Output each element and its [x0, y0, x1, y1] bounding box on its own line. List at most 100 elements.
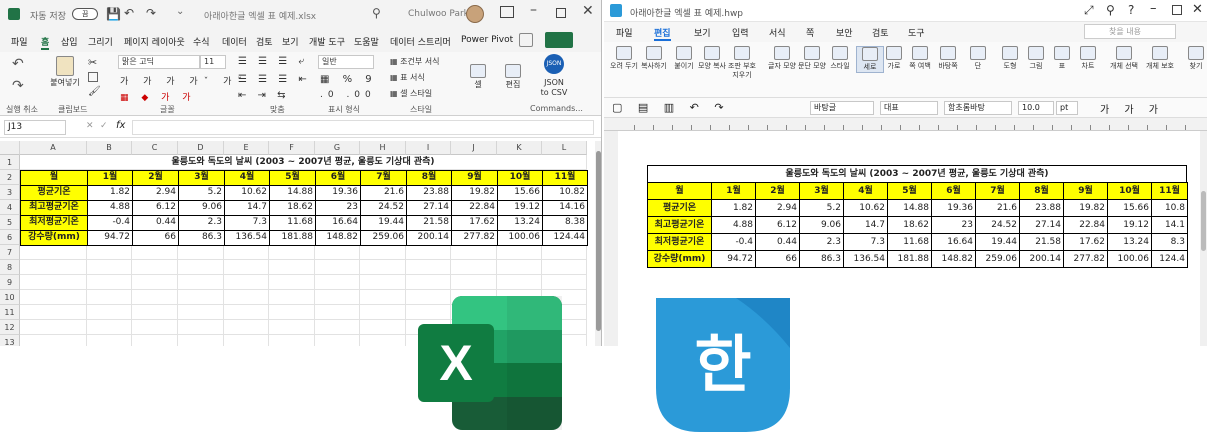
- hwp-data-cell[interactable]: 200.14: [1019, 250, 1064, 268]
- grid-cell[interactable]: [178, 320, 224, 335]
- data-cell[interactable]: 19.36: [315, 185, 361, 201]
- menu-power-pivot[interactable]: Power Pivot: [461, 35, 513, 45]
- grid-cell[interactable]: [87, 260, 132, 275]
- grid-cell[interactable]: [315, 290, 360, 305]
- grid-cell[interactable]: [178, 290, 224, 305]
- number-format-select[interactable]: 일반: [318, 55, 374, 69]
- row-header-10[interactable]: 10: [0, 290, 20, 305]
- paste-button[interactable]: 붙여넣기: [48, 56, 82, 88]
- hwp-minimize-icon[interactable]: –: [1150, 1, 1157, 16]
- menu-data[interactable]: 데이터: [222, 35, 247, 48]
- cut-icon[interactable]: ✂: [88, 56, 97, 69]
- hwp-menu-review[interactable]: 검토: [872, 26, 889, 39]
- data-cell[interactable]: 4.88: [87, 200, 133, 216]
- data-cell[interactable]: 27.14: [406, 200, 452, 216]
- menu-help[interactable]: 도움말: [354, 35, 379, 48]
- decimal-buttons[interactable]: .0 .00: [320, 90, 376, 100]
- grid-cell[interactable]: [20, 305, 87, 320]
- hwp-ribbon-button[interactable]: 찾기: [1182, 46, 1207, 71]
- grid-cell[interactable]: [497, 260, 542, 275]
- hwp-search-input[interactable]: 찾을 내용: [1084, 24, 1176, 39]
- fx-icon[interactable]: fx: [116, 120, 125, 131]
- scrollbar-thumb[interactable]: [596, 151, 601, 331]
- data-cell[interactable]: 21.6: [360, 185, 407, 201]
- menu-view[interactable]: 보기: [282, 35, 299, 48]
- column-header-a[interactable]: A: [20, 141, 87, 155]
- grid-cell[interactable]: [87, 335, 132, 346]
- data-cell[interactable]: 259.06: [360, 230, 407, 246]
- hwp-ribbon-button[interactable]: 단: [964, 46, 992, 71]
- grid-cell[interactable]: [497, 245, 542, 260]
- column-header-f[interactable]: F: [269, 141, 315, 155]
- hwp-data-cell[interactable]: 259.06: [975, 250, 1020, 268]
- conditional-format-button[interactable]: ▦ 조건부 서식: [390, 56, 439, 67]
- hwp-data-cell[interactable]: 2.94: [755, 199, 800, 217]
- hwp-maximize-icon[interactable]: [1172, 5, 1182, 15]
- grid-cell[interactable]: [360, 320, 406, 335]
- data-cell[interactable]: 14.16: [542, 200, 588, 216]
- hwp-ribbon-button[interactable]: 오려 두기: [610, 46, 638, 71]
- hwp-data-cell[interactable]: 148.82: [931, 250, 976, 268]
- formula-input[interactable]: [132, 120, 594, 135]
- data-cell[interactable]: 66: [132, 230, 179, 246]
- hwp-header-cell[interactable]: 2월: [755, 182, 800, 200]
- hwp-header-cell[interactable]: 6월: [931, 182, 976, 200]
- grid-cell[interactable]: [360, 260, 406, 275]
- grid-cell[interactable]: [87, 290, 132, 305]
- grid-cell[interactable]: [360, 275, 406, 290]
- data-cell[interactable]: 22.84: [451, 200, 498, 216]
- hwp-size-select[interactable]: 10.0: [1018, 101, 1054, 115]
- grid-cell[interactable]: [360, 290, 406, 305]
- grid-cell[interactable]: [542, 260, 587, 275]
- row-label-cell[interactable]: 평균기온: [20, 185, 88, 201]
- hwp-data-cell[interactable]: 18.62: [887, 216, 932, 234]
- grid-cell[interactable]: [406, 260, 451, 275]
- hwp-font-select[interactable]: 함초롬바탕: [944, 101, 1012, 115]
- grid-cell[interactable]: [224, 275, 269, 290]
- grid-cell[interactable]: [315, 305, 360, 320]
- data-cell[interactable]: -0.4: [87, 215, 133, 231]
- row-header-4[interactable]: 4: [0, 200, 20, 215]
- ribbon-display-icon[interactable]: [500, 6, 514, 18]
- grid-cell[interactable]: [269, 275, 315, 290]
- grid-cell[interactable]: [406, 245, 451, 260]
- grid-cell[interactable]: [87, 245, 132, 260]
- row-header-2[interactable]: 2: [0, 170, 20, 185]
- grid-cell[interactable]: [315, 335, 360, 346]
- file-quick-buttons[interactable]: ▢ ▤ ▥ ↶ ↷: [612, 101, 730, 114]
- menu-formulas[interactable]: 수식: [193, 35, 210, 48]
- grid-cell[interactable]: [178, 335, 224, 346]
- data-cell[interactable]: 13.24: [497, 215, 543, 231]
- hwp-header-cell[interactable]: 월: [647, 182, 712, 200]
- data-cell[interactable]: 124.44: [542, 230, 588, 246]
- hwp-data-cell[interactable]: 23: [931, 216, 976, 234]
- grid-cell[interactable]: [315, 260, 360, 275]
- grid-cell[interactable]: [269, 290, 315, 305]
- hwp-ribbon-button[interactable]: 가로: [880, 46, 908, 71]
- column-header-l[interactable]: L: [542, 141, 587, 155]
- hwp-data-cell[interactable]: 2.3: [799, 233, 844, 251]
- data-cell[interactable]: 7.3: [224, 215, 270, 231]
- hwp-data-cell[interactable]: 16.64: [931, 233, 976, 251]
- hwp-header-cell[interactable]: 10월: [1107, 182, 1152, 200]
- menu-developer[interactable]: 개발 도구: [309, 35, 345, 48]
- hwp-data-cell[interactable]: 21.58: [1019, 233, 1064, 251]
- menu-insert[interactable]: 삽입: [61, 35, 78, 48]
- grid-cell[interactable]: [269, 305, 315, 320]
- hwp-data-cell[interactable]: 8.3: [1151, 233, 1188, 251]
- hwp-menu-file[interactable]: 파일: [616, 26, 633, 39]
- grid-cell[interactable]: [132, 260, 178, 275]
- edit-button[interactable]: 편집: [500, 64, 526, 90]
- grid-cell[interactable]: [406, 275, 451, 290]
- cancel-entry-icon[interactable]: ✕: [86, 121, 94, 131]
- data-cell[interactable]: 100.06: [497, 230, 543, 246]
- row-label-cell[interactable]: 강수량(mm): [20, 230, 88, 246]
- grid-cell[interactable]: [132, 335, 178, 346]
- hwp-header-cell[interactable]: 8월: [1019, 182, 1064, 200]
- language-select[interactable]: 대표: [880, 101, 938, 115]
- hwp-menu-tools[interactable]: 도구: [908, 26, 925, 39]
- grid-cell[interactable]: [224, 290, 269, 305]
- qat-more-icon[interactable]: ⌄: [176, 6, 184, 17]
- hwp-data-cell[interactable]: 19.82: [1063, 199, 1108, 217]
- hwp-size-unit[interactable]: pt: [1056, 101, 1078, 115]
